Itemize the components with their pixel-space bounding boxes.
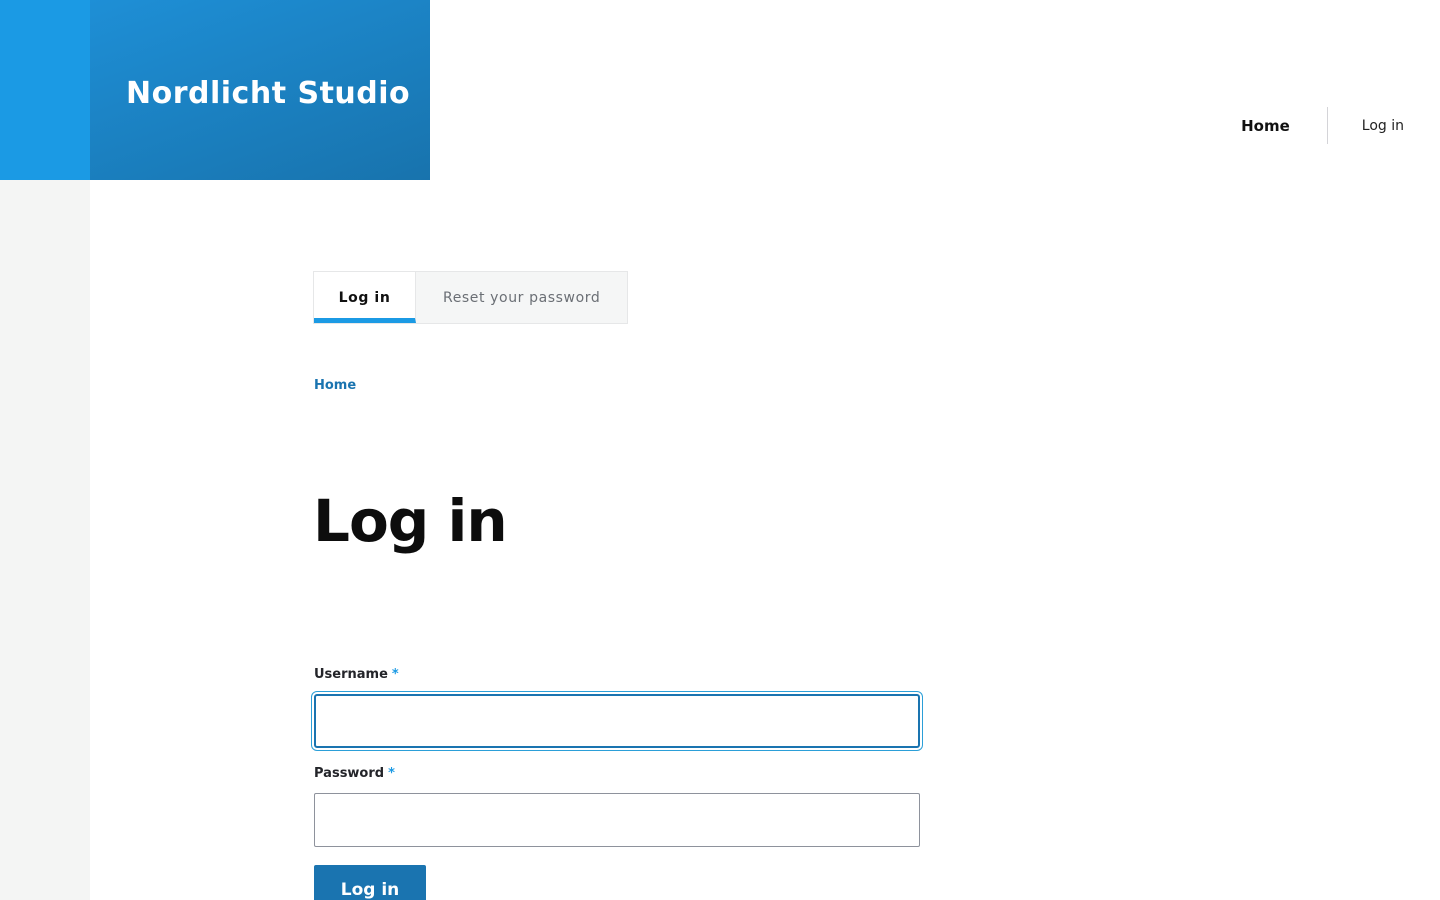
- password-label-text: Password: [314, 766, 385, 781]
- local-tasks-tabs: Log in Reset your password: [313, 271, 629, 324]
- page-title: Log in: [313, 487, 508, 555]
- site-name-link[interactable]: Nordlicht Studio: [126, 76, 410, 111]
- main-navigation: Home Log in: [1241, 107, 1440, 144]
- left-rail: [0, 180, 90, 900]
- required-marker: *: [391, 667, 399, 682]
- username-input[interactable]: [314, 694, 920, 748]
- password-label: Password *: [314, 766, 395, 781]
- page: Nordlicht Studio Home Log in Log in Rese…: [0, 0, 1440, 900]
- left-rail-accent: [0, 0, 90, 180]
- tab-reset-password[interactable]: Reset your password: [416, 272, 627, 323]
- site-branding: Nordlicht Studio: [90, 0, 430, 180]
- password-input[interactable]: [314, 793, 920, 847]
- nav-link-login[interactable]: Log in: [1328, 118, 1440, 134]
- nav-link-home[interactable]: Home: [1241, 117, 1327, 135]
- username-label-text: Username: [314, 667, 388, 682]
- tab-log-in[interactable]: Log in: [314, 272, 416, 323]
- breadcrumb-home-link[interactable]: Home: [314, 378, 356, 393]
- username-label: Username *: [314, 667, 399, 682]
- required-marker: *: [388, 766, 395, 781]
- log-in-button[interactable]: Log in: [314, 865, 426, 900]
